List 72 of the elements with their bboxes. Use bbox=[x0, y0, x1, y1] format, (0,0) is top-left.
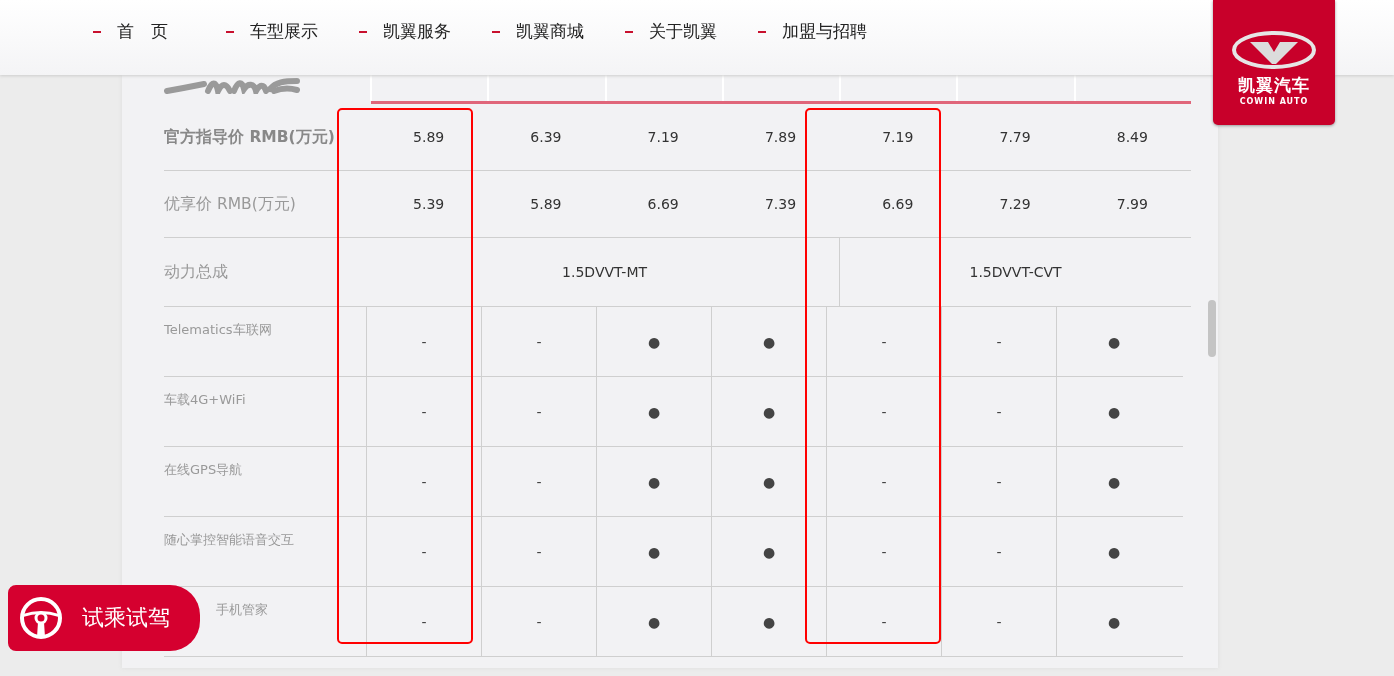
price-cell-text: 5.39 bbox=[412, 196, 446, 212]
price-cell-text: 7.89 bbox=[763, 129, 798, 145]
feature-value: - bbox=[421, 403, 427, 420]
nav-link[interactable]: 加盟与招聘 bbox=[758, 20, 891, 43]
price-cell-text: 7.79 bbox=[998, 129, 1032, 145]
price-cell-text: 8.49 bbox=[1115, 129, 1149, 145]
feature-value: ● bbox=[1107, 333, 1121, 350]
row-label: 优享价 RMB(万元) bbox=[164, 193, 297, 215]
feature-label: 车载4G+WiFi bbox=[164, 392, 246, 407]
feature-value: - bbox=[996, 403, 1002, 420]
price-cell-text: 7.39 bbox=[763, 196, 798, 212]
scrollbar-thumb[interactable] bbox=[1208, 300, 1216, 357]
test-drive-button[interactable]: 试乘试驾 bbox=[8, 585, 200, 651]
feature-value: ● bbox=[647, 543, 661, 560]
price-cell-text: 5.89 bbox=[412, 129, 446, 145]
feature-value: - bbox=[421, 473, 427, 490]
feature-value: ● bbox=[647, 403, 661, 420]
nav-link[interactable]: 凯翼服务 bbox=[359, 20, 492, 43]
feature-value: ● bbox=[1107, 403, 1121, 420]
feature-label: 在线GPS导航 bbox=[164, 462, 243, 477]
feature-value: - bbox=[996, 473, 1002, 490]
feature-label: 手机管家 bbox=[216, 602, 268, 617]
feature-value: - bbox=[421, 333, 427, 350]
nav-link[interactable]: 车型展示 bbox=[226, 20, 359, 43]
nav-link[interactable]: 关于凯翼 bbox=[625, 20, 758, 43]
feature-value: ● bbox=[1107, 473, 1121, 490]
feature-label: Telematics车联网 bbox=[164, 322, 272, 337]
price-cell-text: 7.99 bbox=[1115, 196, 1149, 212]
feature-value: ● bbox=[647, 613, 661, 630]
feature-value: ● bbox=[1107, 613, 1121, 630]
feature-value: - bbox=[536, 473, 542, 490]
powertrain-cell-text: 1.5DVVT-MT bbox=[561, 263, 648, 282]
feature-value: - bbox=[881, 613, 887, 630]
emblem-icon bbox=[1232, 30, 1316, 70]
row-label: 动力总成 bbox=[164, 261, 229, 283]
feature-value: - bbox=[536, 613, 542, 630]
nav-link[interactable]: 首 页 bbox=[93, 20, 226, 43]
feature-value: - bbox=[881, 473, 887, 490]
price-cell-text: 7.19 bbox=[881, 129, 915, 145]
feature-value: ● bbox=[762, 333, 776, 350]
feature-value: - bbox=[536, 333, 542, 350]
price-cell-text: 7.19 bbox=[646, 129, 680, 145]
price-cell-text: 5.89 bbox=[529, 196, 563, 212]
feature-value: - bbox=[536, 403, 542, 420]
brand-tagline: COWIN AUTO bbox=[1239, 97, 1309, 106]
price-cell-text: 7.29 bbox=[998, 196, 1032, 212]
price-cell-text: 6.39 bbox=[529, 129, 563, 145]
steering-wheel-icon bbox=[19, 596, 63, 640]
feature-value: ● bbox=[1107, 543, 1121, 560]
feature-value: ● bbox=[762, 403, 776, 420]
powertrain-cell: 1.5DVVT-CVT bbox=[839, 238, 1191, 306]
feature-value: ● bbox=[762, 543, 776, 560]
feature-value: - bbox=[881, 543, 887, 560]
feature-value: - bbox=[421, 543, 427, 560]
feature-value: ● bbox=[762, 613, 776, 630]
price-cell-text: 6.69 bbox=[646, 196, 680, 212]
feature-value: - bbox=[996, 613, 1002, 630]
feature-value: ● bbox=[647, 473, 661, 490]
feature-value: - bbox=[881, 333, 887, 350]
feature-value: ● bbox=[762, 473, 776, 490]
feature-label: 随心掌控智能语音交互 bbox=[164, 532, 294, 547]
feature-value: - bbox=[536, 543, 542, 560]
brand-logo[interactable]: 凯翼汽车 COWIN AUTO bbox=[1213, 0, 1335, 125]
feature-value: - bbox=[881, 403, 887, 420]
price-cell-text: 6.69 bbox=[881, 196, 915, 212]
feature-value: - bbox=[421, 613, 427, 630]
row-label: 官方指导价 RMB(万元) bbox=[164, 126, 336, 148]
nav-link[interactable]: 凯翼商城 bbox=[492, 20, 625, 43]
feature-value: - bbox=[996, 333, 1002, 350]
feature-value: - bbox=[996, 543, 1002, 560]
brand-name: 凯翼汽车 bbox=[1238, 74, 1310, 97]
feature-value: ● bbox=[647, 333, 661, 350]
